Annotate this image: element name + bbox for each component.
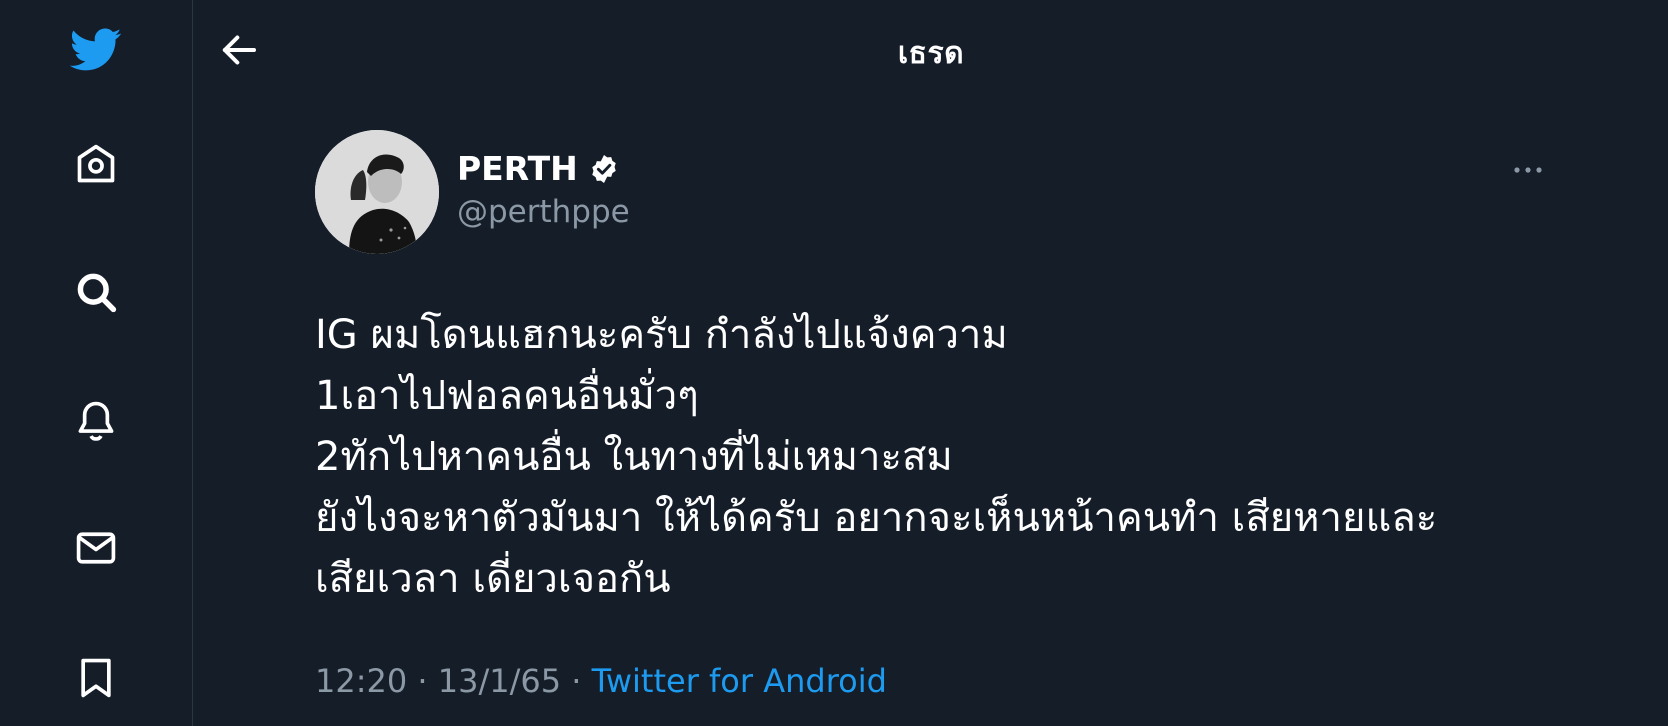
- meta-separator: ·: [561, 662, 592, 700]
- tweet-text-line: IG ผมโดนแฮกนะครับ กำลังไปแจ้งความ: [315, 312, 1008, 358]
- tweet-time[interactable]: 12:20: [315, 662, 407, 700]
- tweet-meta: 12:20 · 13/1/65 · Twitter for Android: [315, 662, 887, 700]
- tweet-source-link[interactable]: Twitter for Android: [592, 662, 887, 700]
- avatar[interactable]: [315, 130, 439, 254]
- messages-mail-icon[interactable]: [70, 522, 122, 574]
- tweet-text-line: 2ทักไปหาคนอื่น ในทางที่ไม่เหมาะสม: [315, 434, 953, 480]
- thread-header: เธรด: [194, 0, 1668, 100]
- verified-badge-icon: [592, 154, 616, 183]
- author-name-text: PERTH: [457, 149, 578, 188]
- tweet-text-line: ยังไงจะหาตัวมันมา ให้ได้ครับ อยากจะเห็นห…: [315, 495, 1438, 541]
- twitter-logo-icon[interactable]: [70, 24, 122, 76]
- tweet-text-line: 1เอาไปฟอลคนอื่นมั่วๆ: [315, 373, 699, 419]
- author-handle[interactable]: @perthppe: [457, 194, 630, 230]
- more-options-icon[interactable]: [1505, 150, 1551, 190]
- meta-separator: ·: [407, 662, 438, 700]
- search-icon[interactable]: [70, 266, 122, 318]
- sidebar-nav: [0, 0, 193, 726]
- page-title: เธรด: [897, 36, 965, 71]
- author-name[interactable]: PERTH: [457, 149, 620, 188]
- home-icon[interactable]: [70, 138, 122, 190]
- tweet-text-line: เสียเวลา เดี่ยวเจอกัน: [315, 556, 671, 602]
- bookmark-icon[interactable]: [70, 652, 122, 704]
- tweet-date[interactable]: 13/1/65: [438, 662, 561, 700]
- app-window: เธรด PERTH @perthppe IG ผมโดนแฮกนะครับ ก…: [0, 0, 1668, 726]
- notifications-bell-icon[interactable]: [70, 395, 122, 447]
- tweet-text: IG ผมโดนแฮกนะครับ กำลังไปแจ้งความ 1เอาไป…: [315, 305, 1575, 610]
